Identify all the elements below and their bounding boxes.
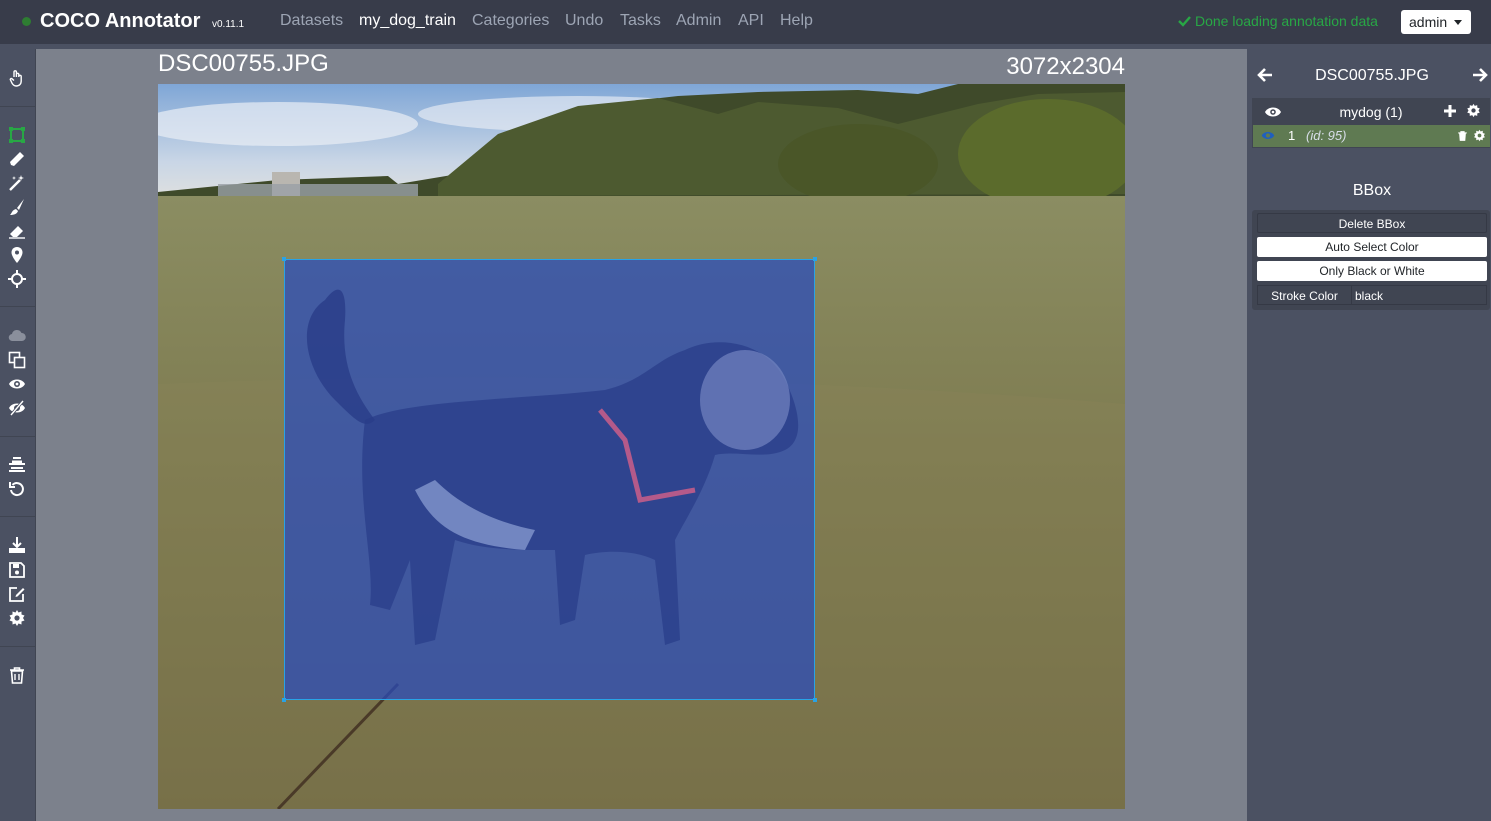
sidebar-filename: DSC00755.JPG [1315,67,1429,84]
hide-all-icon[interactable] [8,399,26,417]
edit-icon[interactable] [8,585,26,603]
status-dot [22,17,31,26]
bbox-annotation[interactable] [282,257,817,702]
only-black-or-white-button[interactable]: Only Black or White [1257,261,1487,281]
nav-api[interactable]: API [738,12,764,30]
annotation-delete-icon[interactable] [1457,130,1468,142]
toolbar-divider [0,106,36,107]
bbox-handle-bottom-right[interactable] [813,698,817,702]
nav-undo[interactable]: Undo [565,12,603,30]
annotation-index: 1 [1288,128,1296,143]
show-all-icon[interactable] [8,375,26,393]
caret-down-icon [1454,20,1462,25]
toolbar-divider [0,436,36,437]
stroke-color-field[interactable]: Stroke Color black [1257,285,1487,305]
right-sidebar: DSC00755.JPG mydog (1) 1 (id: 95) BBox D… [1247,49,1491,821]
hand-icon[interactable] [8,69,26,87]
settings-icon[interactable] [8,609,26,627]
plus-icon[interactable] [1443,104,1457,118]
undo-icon[interactable] [8,480,26,498]
annotation-row[interactable]: 1 (id: 95) [1253,125,1490,147]
category-settings-icon[interactable] [1466,103,1481,118]
toolbar-divider [0,306,36,307]
copy-icon[interactable] [8,351,26,369]
app-version: v0.11.1 [212,19,245,30]
image-dimensions: 3072x2304 [1006,53,1125,80]
nav-admin[interactable]: Admin [676,12,721,30]
annotation-settings-icon[interactable] [1473,129,1486,142]
stroke-color-value[interactable]: black [1355,289,1383,303]
user-menu-button[interactable]: admin [1401,10,1471,34]
nav-current-dataset[interactable]: my_dog_train [359,12,456,30]
loading-status: Done loading annotation data [1178,13,1378,29]
move-icon[interactable] [8,270,26,288]
tool-panel-title: BBox [1352,182,1392,199]
eraser-icon[interactable] [8,222,26,240]
arrow-right-icon[interactable] [1472,67,1488,83]
loading-status-text: Done loading annotation data [1195,13,1378,29]
nav-categories[interactable]: Categories [472,12,549,30]
toolbar-divider [0,646,36,647]
bbox-icon[interactable] [8,126,26,144]
category-panel: mydog (1) 1 (id: 95) [1252,98,1490,148]
nav-tasks[interactable]: Tasks [620,12,661,30]
app-brand[interactable]: COCO Annotator [40,10,200,33]
annotation-id: (id: 95) [1306,128,1347,143]
keypoint-icon[interactable] [8,246,26,264]
nav-datasets[interactable]: Datasets [280,12,343,30]
dog-silhouette [306,289,799,645]
image-navigation: DSC00755.JPG [1247,49,1491,97]
bbox-handle-bottom-left[interactable] [282,698,286,702]
bbox-tool-panel: Delete BBox Auto Select Color Only Black… [1252,210,1490,310]
image-filename: DSC00755.JPG [158,50,329,77]
bbox-handle-top-right[interactable] [813,257,817,261]
bbox-handle-top-left[interactable] [282,257,286,261]
left-toolbar [0,49,36,821]
user-name: admin [1409,14,1448,30]
annotation-eye-icon[interactable] [1261,130,1275,141]
cloud-icon[interactable] [8,326,26,344]
auto-select-color-button[interactable]: Auto Select Color [1257,237,1487,257]
download-icon[interactable] [8,536,26,554]
check-icon [1178,16,1191,27]
layers-icon[interactable] [8,455,26,473]
top-navbar: COCO Annotator v0.11.1 Datasets my_dog_t… [0,0,1491,44]
delete-bbox-button[interactable]: Delete BBox [1257,213,1487,233]
nav-help[interactable]: Help [780,12,813,30]
brush-icon[interactable] [8,198,26,216]
toolbar-divider [0,516,36,517]
polygon-icon[interactable] [8,150,26,168]
save-icon[interactable] [8,561,26,579]
stroke-color-label: Stroke Color [1258,286,1352,304]
trash-icon[interactable] [8,666,26,684]
magic-wand-icon[interactable] [8,174,26,192]
